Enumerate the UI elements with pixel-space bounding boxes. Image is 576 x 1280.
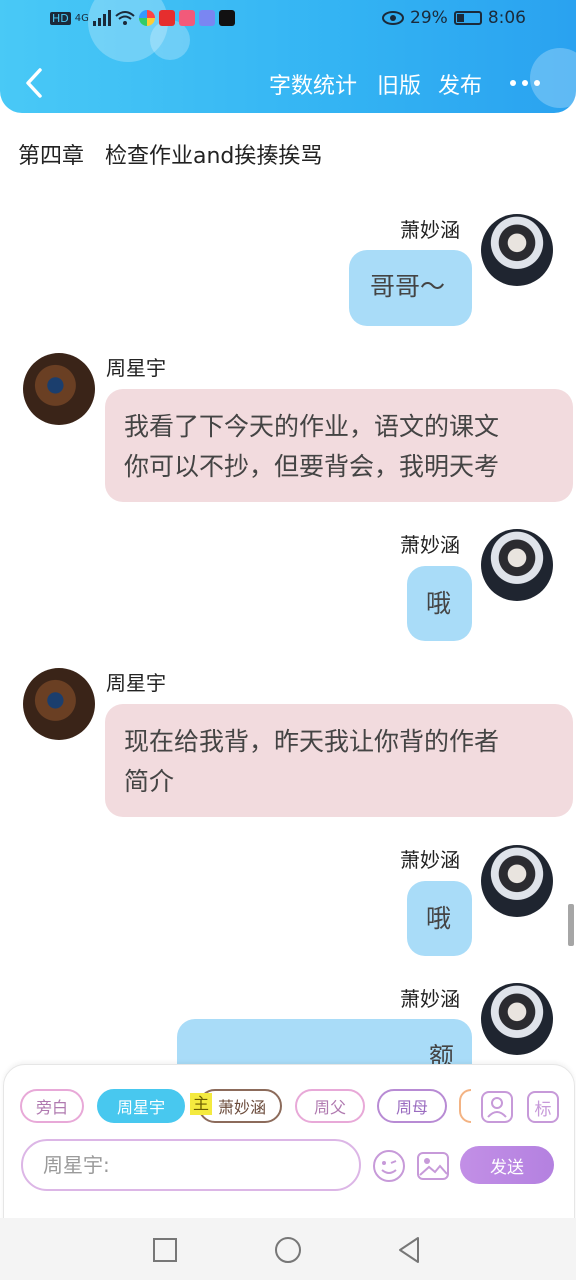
message-input[interactable]: 周星宇: [21, 1139, 361, 1191]
battery-fill [456, 14, 464, 22]
message-bubble[interactable]: 哦 [407, 881, 472, 956]
more-dots-icon [510, 80, 516, 86]
header-nav: 字数统计 旧版 发布 [0, 62, 576, 106]
composer-panel: 旁白 周星宇 萧妙涵 主 周父 周母 标 周星宇: 发送 [3, 1064, 575, 1222]
network-indicator: 4G [74, 12, 89, 24]
square-icon[interactable] [152, 1237, 178, 1263]
app-notification-icon [138, 10, 155, 26]
old-version-button[interactable]: 旧版 [377, 68, 421, 100]
app-header: HD 4G 29% 8:06 字数统计 旧版 发布 [0, 0, 576, 113]
sender-name: 萧妙涵 [400, 218, 460, 242]
triangle-back-icon[interactable] [396, 1235, 422, 1265]
publish-button[interactable]: 发布 [438, 68, 482, 100]
message-bubble[interactable]: 我看了下今天的作业，语文的课文 你可以不抄，但要背会，我明天考 [105, 389, 573, 502]
person-icon [487, 1097, 507, 1118]
status-bar: HD 4G 29% 8:06 [0, 8, 576, 32]
chapter-title: 第四章 检查作业and挨揍挨骂 [18, 144, 323, 169]
main-character-tag: 主 [190, 1093, 212, 1115]
circle-icon[interactable] [273, 1235, 303, 1265]
mark-button[interactable]: 标 [527, 1091, 559, 1123]
message-line: 你可以不抄，但要背会，我明天考 [124, 452, 500, 481]
wifi-icon [115, 11, 135, 25]
music-notification-icon [198, 10, 215, 26]
clock: 8:06 [487, 8, 526, 28]
eye-icon [382, 11, 405, 25]
system-nav-bar [0, 1218, 576, 1280]
signal-icon [92, 10, 111, 26]
sender-name: 萧妙涵 [400, 848, 460, 872]
sender-name: 萧妙涵 [400, 987, 460, 1011]
battery-percent: 29% [410, 8, 448, 28]
chip-zhouxingyu[interactable]: 周星宇 [97, 1089, 185, 1123]
chevron-left-icon [26, 68, 42, 98]
avatar[interactable] [481, 529, 553, 601]
sender-name: 萧妙涵 [400, 533, 460, 557]
sender-name: 周星宇 [106, 356, 166, 380]
avatar[interactable] [481, 845, 553, 917]
avatar[interactable] [481, 983, 553, 1055]
avatar[interactable] [481, 214, 553, 286]
message-line: 现在给我背，昨天我让你背的作者 [124, 727, 500, 756]
message-line: 简介 [124, 767, 175, 796]
scrollbar[interactable] [568, 904, 574, 946]
chip-narration[interactable]: 旁白 [20, 1089, 84, 1123]
sender-name: 周星宇 [106, 671, 166, 695]
chip-zhou-father[interactable]: 周父 [295, 1089, 365, 1123]
message-bubble[interactable]: 哥哥～ [349, 250, 472, 326]
message-bubble[interactable]: 现在给我背，昨天我让你背的作者 简介 [105, 704, 573, 817]
back-button[interactable] [20, 66, 50, 100]
taobao-notification-icon [158, 10, 175, 26]
chip-zhou-mother[interactable]: 周母 [377, 1089, 447, 1123]
book-notification-icon [178, 10, 195, 26]
message-bubble[interactable]: 哦 [407, 566, 472, 641]
avatar[interactable] [23, 668, 95, 740]
battery-icon [453, 11, 482, 25]
image-icon[interactable] [416, 1149, 450, 1183]
more-button[interactable] [510, 80, 540, 86]
word-count-button[interactable]: 字数统计 [269, 68, 357, 100]
hd-indicator: HD [50, 11, 71, 25]
character-button[interactable] [481, 1091, 513, 1123]
chip-partial[interactable] [459, 1089, 471, 1123]
avatar[interactable] [23, 353, 95, 425]
tiktok-notification-icon [218, 10, 235, 26]
send-button[interactable]: 发送 [460, 1146, 554, 1184]
emoji-icon[interactable] [372, 1149, 406, 1183]
message-line: 我看了下今天的作业，语文的课文 [124, 412, 500, 441]
